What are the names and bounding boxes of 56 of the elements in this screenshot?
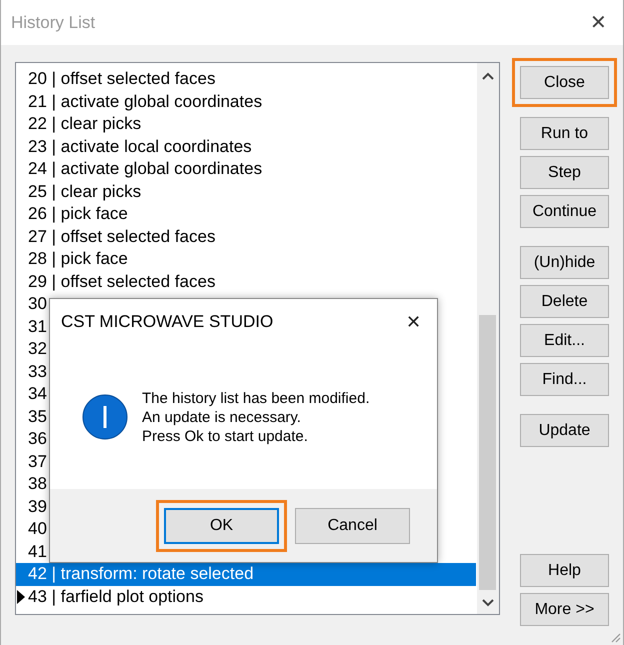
dialog-button[interactable]: Cancel [295,508,410,544]
history-row[interactable]: 21 | activate global coordinates [16,90,476,113]
history-entry: 42 | transform: rotate selected [28,564,254,584]
side-button[interactable]: Help [520,554,609,587]
history-row[interactable]: 42 | transform: rotate selected [16,563,476,586]
history-entry: 22 | clear picks [28,114,142,134]
window-title: History List [11,12,96,32]
history-entry: 21 | activate global coordinates [28,92,262,112]
dialog-message-line: Press Ok to start update. [142,428,309,444]
history-entry: 33 [28,362,47,382]
history-row[interactable]: 20 | offset selected faces [16,68,476,90]
close-icon[interactable]: ✕ [590,10,607,35]
side-button[interactable]: More >> [520,593,609,626]
history-entry: 28 | pick face [28,249,128,270]
dialog-message-line: The history list has been modified. [142,390,370,406]
dialog-message-line: An update is necessary. [142,408,302,426]
history-entry: 24 | activate global coordinates [28,159,262,180]
side-button[interactable]: Find... [520,363,609,396]
side-button[interactable]: Edit... [520,324,609,357]
side-button[interactable]: Continue [520,195,609,228]
side-button[interactable]: Run to [520,117,609,150]
history-entry: 20 | offset selected faces [28,69,216,90]
history-row[interactable]: 26 | pick face [16,203,476,226]
side-button[interactable]: Close [520,66,609,99]
history-entry: 37 [28,452,47,472]
history-row[interactable]: 23 | activate local coordinates [16,136,476,158]
history-entry: 27 | offset selected faces [28,226,216,247]
history-entry: 26 | pick face [28,204,128,224]
history-entry: 41 [28,542,47,562]
history-entry: 43 | farfield plot options [28,586,204,607]
scroll-down-icon[interactable] [481,598,495,608]
history-entry: 23 | activate local coordinates [28,136,252,157]
history-row[interactable]: 27 | offset selected faces [16,226,476,248]
resize-grip-icon[interactable] [609,631,621,643]
history-row[interactable]: 29 | offset selected faces [16,270,476,293]
history-row[interactable]: 43 | farfield plot options [16,586,476,608]
side-button[interactable]: Update [520,414,609,447]
history-row[interactable]: 22 | clear picks [16,113,476,136]
side-button[interactable]: (Un)hide [520,246,609,279]
scrollbar-thumb[interactable] [479,315,496,590]
history-row[interactable]: 28 | pick face [16,248,476,270]
scroll-up-icon[interactable] [481,71,495,81]
side-button[interactable]: Delete [520,285,609,318]
history-entry: 32 [28,339,47,360]
history-entry: 38 [28,474,47,494]
history-row[interactable]: 24 | activate global coordinates [16,158,476,180]
dialog-button[interactable]: OK [164,508,279,544]
side-button[interactable]: Step [520,156,609,189]
history-entry: 30 [28,294,47,314]
history-entry: 25 | clear picks [28,182,142,202]
info-icon [82,394,128,440]
history-entry: 29 | offset selected faces [28,272,216,292]
dialog-title: CST MICROWAVE STUDIO [61,312,274,332]
history-row[interactable]: 25 | clear picks [16,180,476,203]
close-icon[interactable]: ✕ [406,311,421,333]
history-entry: 39 [28,496,47,517]
